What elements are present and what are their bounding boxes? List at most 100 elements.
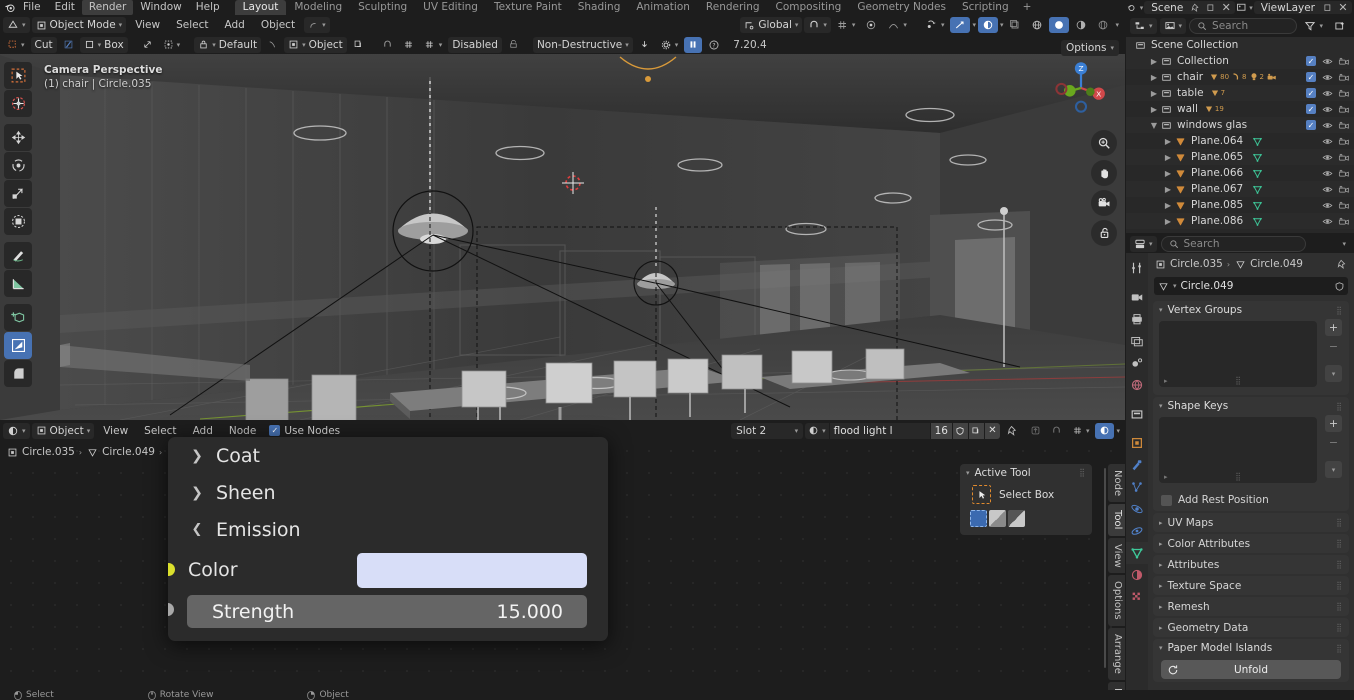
shader-type-dropdown[interactable]: Object ▾ [31, 422, 95, 439]
tool-add-cube[interactable] [4, 304, 32, 331]
eye-icon[interactable] [1321, 135, 1333, 147]
eye-icon[interactable] [1321, 183, 1333, 195]
scene-delete-icon[interactable]: ✕ [1220, 1, 1232, 14]
tool-cursor[interactable] [4, 90, 32, 117]
mesh-edit-mode-toggle[interactable]: ▾ [304, 17, 330, 33]
unfold-button[interactable]: Unfold [1161, 660, 1341, 679]
node-sidebar-tab-view[interactable]: View [1108, 537, 1125, 574]
cut-mode-dropdown[interactable]: Cut [30, 36, 57, 53]
material-users-count[interactable]: 16 [930, 422, 952, 439]
outliner-row[interactable]: ▶ Plane.064 [1126, 133, 1354, 149]
camera-render-icon[interactable] [1338, 199, 1350, 211]
select-set-tile[interactable] [970, 510, 987, 527]
snap-axis-icon[interactable]: ▾ [420, 37, 447, 53]
camera-render-icon[interactable] [1338, 55, 1350, 67]
properties-search-input[interactable]: Search [1160, 235, 1306, 252]
camera-icon[interactable] [1091, 190, 1117, 216]
viewport-menu-add[interactable]: Add [218, 17, 252, 33]
workspace-tab-rendering[interactable]: Rendering [698, 0, 768, 15]
gear-settings-icon[interactable]: ▾ [656, 37, 683, 53]
material-unlink-button[interactable]: ✕ [984, 422, 1000, 439]
tool-measure[interactable] [4, 270, 32, 297]
viewport-render[interactable] [0, 15, 1125, 420]
list-resize-grip[interactable]: ⣿ [1235, 376, 1241, 385]
viewport-shading-box-icon[interactable] [1005, 17, 1025, 33]
emission-strength-slider[interactable]: Strength 15.000 [187, 595, 587, 628]
panel-vertex-groups[interactable]: ▾ Vertex Groups ⣿ ▸ ⣿ + − ▾ [1153, 301, 1349, 395]
node-sidebar-tab-arrange[interactable]: Arrange [1108, 627, 1125, 680]
shape-keys-list[interactable]: ▸ ⣿ [1159, 417, 1317, 483]
filter-icon[interactable]: ▾ [1300, 18, 1327, 34]
snapping-magnet-icon2[interactable] [378, 37, 397, 53]
viewport-overlays-toggle[interactable] [950, 17, 971, 33]
node-sidebar-tab-options[interactable]: Options [1108, 575, 1125, 626]
viewport-gizmo-toggle[interactable]: ▾ [921, 17, 949, 33]
properties-tab-tool[interactable] [1126, 257, 1148, 279]
exclude-checkbox[interactable]: ✓ [1306, 104, 1316, 114]
transform-copy-icon[interactable] [349, 37, 368, 53]
viewlayer-chevron[interactable]: ▾ [1249, 4, 1253, 12]
camera-render-icon[interactable] [1338, 87, 1350, 99]
expand-arrows-icon[interactable] [138, 37, 157, 53]
emission-color-swatch[interactable] [357, 553, 587, 588]
chevron-right-icon[interactable]: ▶ [1162, 217, 1174, 226]
workspace-tab-compositing[interactable]: Compositing [768, 0, 850, 15]
eye-icon[interactable] [1321, 119, 1333, 131]
exclude-checkbox[interactable]: ✓ [1306, 120, 1316, 130]
camera-render-icon[interactable] [1338, 103, 1350, 115]
shape-keys-filter-arrow[interactable]: ▸ [1164, 473, 1168, 481]
chevron-right-icon[interactable]: ▶ [1162, 185, 1174, 194]
proportional-edit-button[interactable] [861, 17, 881, 33]
properties-tab-physics[interactable] [1126, 498, 1148, 520]
panel-grip[interactable]: ⣿ [1336, 623, 1343, 632]
3d-viewport[interactable]: ▾ Object Mode ▾ View Select Add Object ▾ … [0, 15, 1125, 420]
panel-grip[interactable]: ⣿ [1336, 602, 1343, 611]
lock-icon[interactable] [1091, 220, 1117, 246]
panel-grip[interactable]: ⣿ [1336, 518, 1343, 527]
overlays-chevron[interactable]: ▾ [972, 21, 976, 29]
properties-editor-type-button[interactable]: ▾ [1130, 235, 1157, 252]
non-destructive-dropdown[interactable]: Non-Destructive ▾ [532, 36, 633, 53]
tool-scale[interactable] [4, 180, 32, 207]
workspace-tab-animation[interactable]: Animation [628, 0, 698, 15]
properties-tab-output[interactable] [1126, 308, 1148, 330]
eye-icon[interactable] [1321, 167, 1333, 179]
vertex-groups-list[interactable]: ▸ ⣿ [1159, 321, 1317, 387]
tool-move[interactable] [4, 124, 32, 151]
properties-tab-render[interactable] [1126, 286, 1148, 308]
material-fake-user-button[interactable] [952, 422, 968, 439]
object-mode-dropdown[interactable]: Object Mode ▾ [31, 17, 127, 33]
chevron-right-icon[interactable]: ▶ [1148, 105, 1160, 114]
use-nodes-toggle[interactable]: ✓ Use Nodes [265, 425, 344, 437]
popup-section-coat[interactable]: ❯ Coat [168, 437, 608, 474]
mesh-name-field[interactable]: ▾ Circle.049 [1154, 277, 1348, 295]
properties-tab-particles[interactable] [1126, 476, 1148, 498]
panel-grip[interactable]: ⣿ [1336, 581, 1343, 590]
panel-grip[interactable]: ⣿ [1336, 560, 1343, 569]
node-sidebar-tab-node[interactable]: Node [1108, 464, 1125, 503]
active-tool-grip[interactable]: ⣿ [1079, 468, 1086, 477]
select-subtract-tile[interactable] [1008, 510, 1025, 527]
panel-header-geometry-data[interactable]: ▸ Geometry Data ⣿ [1153, 618, 1349, 637]
panel-shape-keys[interactable]: ▾ Shape Keys ⣿ ▸ ⣿ + − ▾ Add Rest Positi… [1153, 397, 1349, 511]
node-sidebar-active-tool-panel[interactable]: ▾ Active Tool ⣿ Select Box [960, 464, 1092, 535]
eye-icon[interactable] [1321, 151, 1333, 163]
properties-panel-area[interactable]: Circle.035 › Circle.049 ▾ Circle.049 ▾ V… [1148, 253, 1354, 700]
tool-rotate[interactable] [4, 152, 32, 179]
active-tool-panel-header[interactable]: ▾ Active Tool ⣿ [960, 464, 1092, 481]
panel-grip[interactable]: ⣿ [1336, 539, 1343, 548]
editor-type-button[interactable]: ▾ [3, 17, 30, 33]
camera-render-icon[interactable] [1338, 71, 1350, 83]
properties-editor[interactable]: ▾ Search ▾ Circle.035 › Circle.049 ▾ Cir… [1126, 234, 1354, 700]
properties-tab-world[interactable] [1126, 374, 1148, 396]
material-name-value[interactable]: flood light l [829, 422, 930, 439]
properties-tab-object[interactable] [1126, 432, 1148, 454]
outliner-row[interactable]: ▶ Collection ✓ [1126, 53, 1354, 69]
chevron-right-icon[interactable]: ▶ [1148, 73, 1160, 82]
eye-icon[interactable] [1321, 199, 1333, 211]
viewlayer-copy-icon[interactable] [1322, 2, 1334, 14]
shading-chevron[interactable]: ▾ [1115, 21, 1119, 29]
chevron-right-icon[interactable]: ▶ [1162, 137, 1174, 146]
chevron-right-icon[interactable]: ▶ [1162, 201, 1174, 210]
camera-render-icon[interactable] [1338, 183, 1350, 195]
